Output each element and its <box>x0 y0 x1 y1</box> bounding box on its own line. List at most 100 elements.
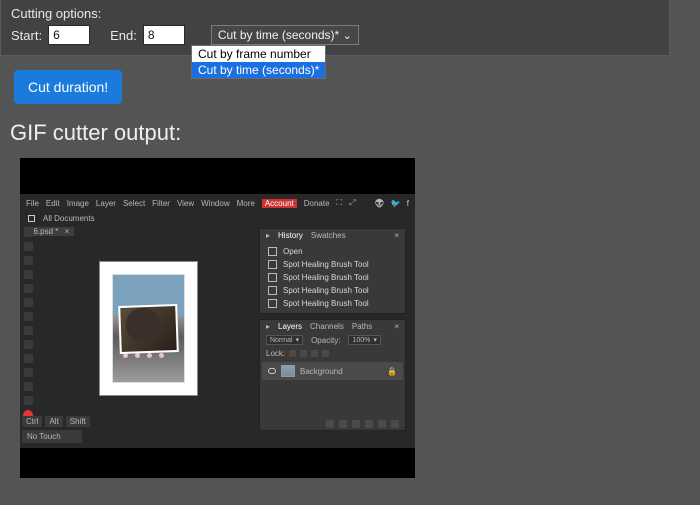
lock-icon <box>322 350 329 357</box>
menu-image: Image <box>67 199 89 208</box>
start-input[interactable] <box>48 25 90 45</box>
documents-icon <box>28 215 35 222</box>
opacity-label: Opacity: <box>311 336 340 345</box>
layers-expand-icon: ▸ <box>266 322 270 331</box>
footer-icon <box>339 420 347 428</box>
chevron-down-icon: ▾ <box>296 336 300 344</box>
end-label: End: <box>110 28 137 43</box>
lock-label: Lock: <box>266 349 285 358</box>
history-tab: History <box>278 231 303 240</box>
footer-icon <box>326 420 334 428</box>
history-item: Spot Healing Brush Tool <box>283 260 369 269</box>
dropdown-option-frame[interactable]: Cut by frame number <box>192 46 325 62</box>
gif-preview: File Edit Image Layer Select Filter View… <box>20 158 415 478</box>
layer-thumbnail <box>281 365 295 377</box>
tool-icon <box>24 368 33 377</box>
history-item: Open <box>283 247 303 256</box>
documents-label: All Documents <box>43 214 95 223</box>
output-heading: GIF cutter output: <box>10 120 690 146</box>
chevron-down-icon: ▾ <box>373 336 377 344</box>
tool-icon <box>24 340 33 349</box>
modifier-key: Shift <box>66 416 90 427</box>
footer-icon <box>391 420 399 428</box>
cut-duration-button[interactable]: Cut duration! <box>14 70 122 104</box>
layers-panel: ▸ Layers Channels Paths × Normal▾ Opacit… <box>259 319 406 431</box>
menu-donate: Donate <box>304 199 330 208</box>
tool-icon <box>24 396 33 405</box>
tool-icon <box>24 284 33 293</box>
opacity-value: 100%▾ <box>348 335 380 345</box>
twitter-icon: 🐦 <box>391 199 401 208</box>
documents-bar: All Documents <box>20 212 415 225</box>
history-item: Spot Healing Brush Tool <box>283 286 369 295</box>
facebook-icon: f <box>407 199 409 208</box>
menu-more: More <box>237 199 255 208</box>
panel-close-icon: × <box>394 231 399 240</box>
footer-icon <box>352 420 360 428</box>
history-step-icon <box>268 260 277 269</box>
fullscreen-icon: ⛶ <box>337 198 343 208</box>
history-step-icon <box>268 286 277 295</box>
end-input[interactable] <box>143 25 185 45</box>
lock-icon: 🔒 <box>387 367 397 376</box>
letterbox-top <box>20 158 415 194</box>
history-item: Spot Healing Brush Tool <box>283 273 369 282</box>
right-panels: ▸ History Swatches × Open Spot Healing B… <box>259 228 406 436</box>
menu-window: Window <box>201 199 229 208</box>
footer-icon <box>378 420 386 428</box>
menu-file: File <box>26 199 39 208</box>
visibility-icon <box>268 368 276 374</box>
expand-icon: ⤢ <box>349 198 355 208</box>
editor-taskbar: Ctrl Alt Shift No Touch <box>22 416 252 446</box>
letterbox-bottom <box>20 448 415 478</box>
select-value: Cut by time (seconds)* <box>218 28 339 42</box>
panel-title: Cutting options: <box>11 6 659 21</box>
touch-label: No Touch <box>22 430 82 443</box>
channels-tab: Channels <box>310 322 344 331</box>
input-row: Start: End: Cut by time (seconds)* ⌄ Cut… <box>11 25 659 45</box>
tool-icon <box>24 382 33 391</box>
footer-icon <box>365 420 373 428</box>
social-icons: 👽 🐦 f <box>375 199 409 208</box>
cutting-options-panel: Cutting options: Start: End: Cut by time… <box>0 0 670 56</box>
menu-view: View <box>177 199 194 208</box>
lock-icon <box>289 350 296 357</box>
lock-icon <box>300 350 307 357</box>
modifier-key: Ctrl <box>22 416 42 427</box>
tool-icon <box>24 270 33 279</box>
editor-menu-bar: File Edit Image Layer Select Filter View… <box>20 194 415 212</box>
canvas-image <box>112 274 185 383</box>
history-step-icon <box>268 299 277 308</box>
canvas-detail <box>123 353 164 358</box>
layers-tab: Layers <box>278 322 302 331</box>
history-expand-icon: ▸ <box>266 231 270 240</box>
history-panel: ▸ History Swatches × Open Spot Healing B… <box>259 228 406 314</box>
history-step-icon <box>268 273 277 282</box>
menu-select: Select <box>123 199 145 208</box>
tool-icon <box>24 298 33 307</box>
dropdown-option-time[interactable]: Cut by time (seconds)* <box>192 62 325 78</box>
layers-footer <box>260 418 405 430</box>
paths-tab: Paths <box>352 322 372 331</box>
history-item: Spot Healing Brush Tool <box>283 299 369 308</box>
tool-icon <box>24 242 33 251</box>
menu-edit: Edit <box>46 199 60 208</box>
panel-close-icon: × <box>394 322 399 331</box>
blend-mode-select: Normal▾ <box>266 335 303 345</box>
history-step-icon <box>268 247 277 256</box>
tools-palette <box>22 228 34 420</box>
cut-mode-select[interactable]: Cut by time (seconds)* ⌄ <box>211 25 359 45</box>
cut-mode-dropdown: Cut by frame number Cut by time (seconds… <box>191 45 326 79</box>
menu-filter: Filter <box>152 199 170 208</box>
modifier-key: Alt <box>45 416 62 427</box>
lock-icon <box>311 350 318 357</box>
reddit-icon: 👽 <box>375 199 385 208</box>
menu-layer: Layer <box>96 199 116 208</box>
close-icon: × <box>65 227 70 236</box>
menu-account: Account <box>262 199 297 208</box>
tool-icon <box>24 228 33 237</box>
chevron-down-icon: ⌄ <box>343 29 352 42</box>
tool-icon <box>24 312 33 321</box>
editor-screenshot: File Edit Image Layer Select Filter View… <box>20 194 415 448</box>
swatches-tab: Swatches <box>311 231 346 240</box>
